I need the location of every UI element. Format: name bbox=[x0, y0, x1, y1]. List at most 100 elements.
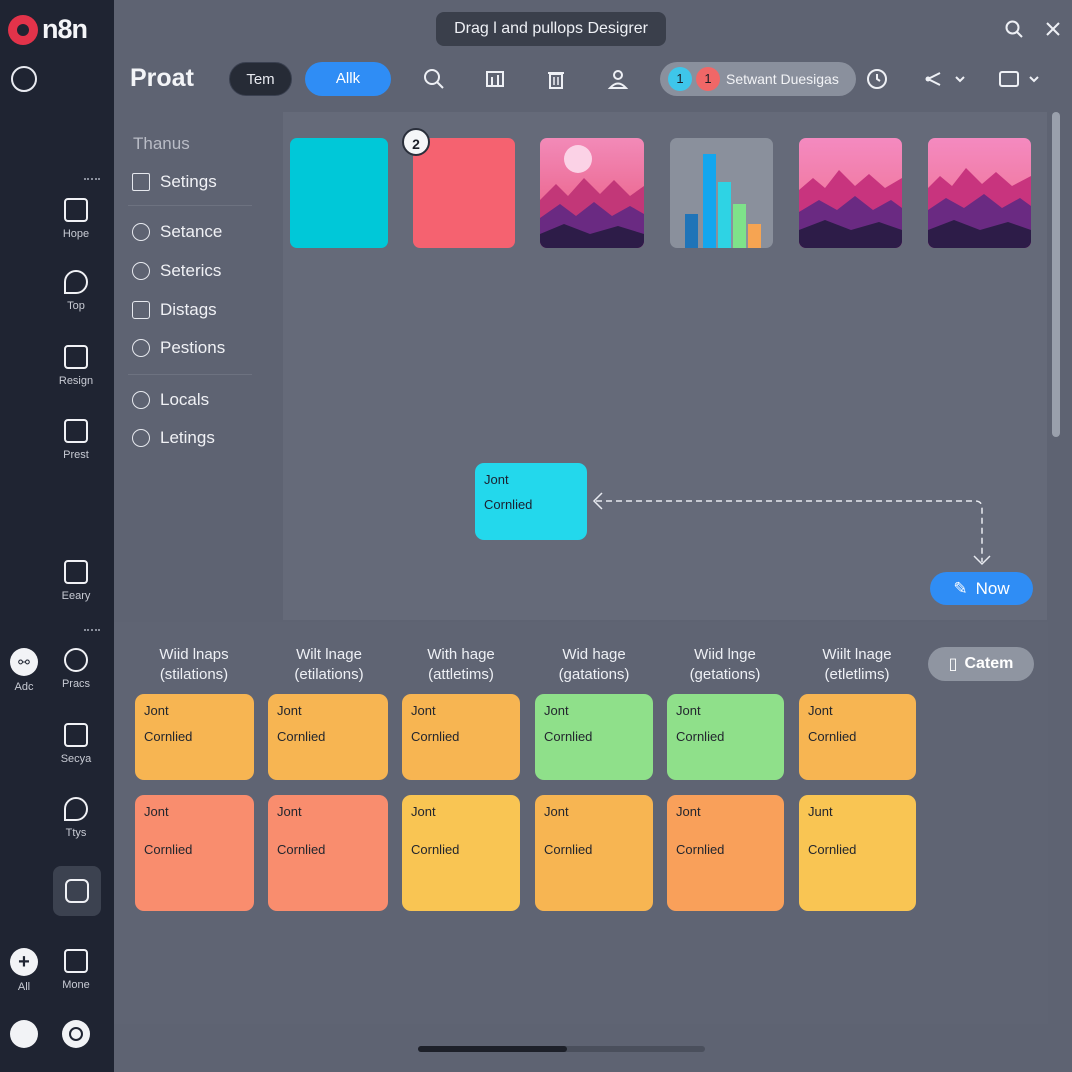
workflow-node[interactable]: Jont Cornlied bbox=[475, 463, 587, 540]
menu-item-label: Distags bbox=[160, 300, 217, 319]
menu-item-pestions[interactable]: Pestions bbox=[132, 338, 225, 358]
thumbnail[interactable] bbox=[670, 138, 773, 248]
result-card[interactable]: Jont Cornlied bbox=[667, 795, 784, 911]
leaf-icon bbox=[132, 391, 150, 409]
share-icon[interactable] bbox=[924, 68, 970, 90]
card-title: Junt bbox=[808, 804, 833, 819]
tab-allk[interactable]: Allk bbox=[305, 62, 391, 96]
layout-icon[interactable] bbox=[998, 68, 1044, 90]
thumbnail[interactable] bbox=[799, 138, 902, 248]
rail-divider bbox=[84, 178, 100, 180]
chart-icon[interactable] bbox=[484, 68, 506, 90]
heart-icon bbox=[132, 262, 150, 280]
rail-item-top[interactable]: Top bbox=[46, 270, 106, 312]
now-button-label: Now bbox=[975, 578, 1010, 598]
node-title: Jont bbox=[484, 472, 509, 487]
thumbnail[interactable] bbox=[290, 138, 388, 248]
thumbnail[interactable] bbox=[540, 138, 644, 248]
add-button[interactable]: + bbox=[10, 948, 38, 976]
rail-item-pracs[interactable]: Pracs bbox=[46, 648, 106, 690]
logo[interactable]: n8n bbox=[8, 14, 88, 45]
menu-item-setings[interactable]: Setings bbox=[132, 172, 217, 192]
app-title: Proat bbox=[130, 64, 194, 92]
rail-item-resign[interactable]: Resign bbox=[46, 345, 106, 387]
avatar: 1 bbox=[668, 67, 692, 91]
bookmark-icon[interactable] bbox=[10, 1020, 38, 1048]
rail-item-eeary[interactable]: Eeary bbox=[46, 560, 106, 602]
close-icon[interactable] bbox=[1044, 20, 1062, 38]
rail-item-ttys[interactable]: Ttys bbox=[46, 797, 106, 839]
thumbnail[interactable] bbox=[928, 138, 1031, 248]
user-icon[interactable] bbox=[607, 68, 629, 90]
card-status: Cornlied bbox=[676, 842, 725, 857]
result-card[interactable]: Jont Cornlied bbox=[535, 694, 653, 780]
menu-item-label: Setings bbox=[160, 172, 217, 191]
tab-tem[interactable]: Tem bbox=[229, 62, 292, 96]
rail-item-label: Resign bbox=[58, 375, 94, 387]
horizontal-scrollbar[interactable] bbox=[418, 1046, 705, 1052]
menu-item-letings[interactable]: Letings bbox=[132, 428, 215, 448]
rail-item-secya[interactable]: Secya bbox=[46, 723, 106, 765]
search-icon[interactable] bbox=[1005, 20, 1023, 38]
thumbnail[interactable] bbox=[413, 138, 515, 248]
rail-item-hope[interactable]: Hope bbox=[46, 198, 106, 240]
clock-icon[interactable] bbox=[866, 68, 888, 90]
card-title: Jont bbox=[411, 804, 436, 819]
rail-item-label: Secya bbox=[60, 753, 92, 765]
result-card[interactable]: Jont Cornlied bbox=[135, 694, 254, 780]
menu-item-setance[interactable]: Setance bbox=[132, 222, 222, 242]
rail-item-prest[interactable]: Prest bbox=[46, 419, 106, 461]
result-card[interactable]: Jont Cornlied bbox=[667, 694, 784, 780]
card-status: Cornlied bbox=[144, 842, 193, 857]
column-header: Wiid lnge (getations) bbox=[689, 646, 761, 683]
rail-item-label: Top bbox=[67, 300, 85, 312]
collaborators-label: Setwant Duesigas bbox=[726, 71, 839, 87]
catem-button[interactable]: ▯ Catem bbox=[928, 647, 1034, 681]
rail-item-label: Pracs bbox=[61, 678, 91, 690]
layers-icon bbox=[64, 345, 88, 369]
now-button[interactable]: ✎ Now bbox=[930, 572, 1033, 605]
card-title: Jont bbox=[808, 703, 833, 718]
result-card[interactable]: Jont Cornlied bbox=[268, 795, 388, 911]
result-card[interactable]: Jont Cornlied bbox=[402, 694, 520, 780]
record-icon[interactable] bbox=[62, 1020, 90, 1048]
result-card[interactable]: Jont Cornlied bbox=[268, 694, 388, 780]
landscape-image bbox=[540, 138, 644, 248]
menu-item-label: Setance bbox=[160, 222, 223, 241]
result-card[interactable]: Jont Cornlied bbox=[535, 795, 653, 911]
result-card[interactable]: Jont Cornlied bbox=[799, 694, 916, 780]
rail-item-label: Adc bbox=[14, 681, 34, 693]
menu-item-locals[interactable]: Locals bbox=[132, 390, 209, 410]
book-icon bbox=[64, 560, 88, 584]
menu-item-seterics[interactable]: Seterics bbox=[132, 261, 221, 281]
landscape-image bbox=[799, 138, 902, 248]
info-icon bbox=[132, 429, 150, 447]
card-status: Cornlied bbox=[808, 729, 857, 744]
refresh-icon[interactable] bbox=[11, 66, 37, 92]
menu-item-distags[interactable]: Distags bbox=[132, 300, 217, 320]
rail-item-label: Prest bbox=[63, 449, 89, 461]
column-header: Wiilt lnage (etletlims) bbox=[822, 646, 892, 683]
link-icon[interactable]: ⚯ bbox=[10, 648, 38, 676]
card-title: Jont bbox=[277, 804, 302, 819]
result-card[interactable]: Junt Cornlied bbox=[799, 795, 916, 911]
search-icon[interactable] bbox=[423, 68, 445, 90]
rail-item-label: Hope bbox=[62, 228, 90, 240]
trash-icon[interactable] bbox=[545, 68, 567, 90]
card-status: Cornlied bbox=[277, 842, 326, 857]
wifi-icon bbox=[132, 339, 150, 357]
canvas-scrollbar[interactable] bbox=[1052, 112, 1060, 437]
rail-item-label: Mone bbox=[62, 979, 90, 991]
card-status: Cornlied bbox=[277, 729, 326, 744]
result-card[interactable]: Jont Cornlied bbox=[402, 795, 520, 911]
rail-item-camera[interactable] bbox=[53, 866, 101, 916]
bar-chart-image bbox=[685, 154, 761, 248]
card-title: Jont bbox=[277, 703, 302, 718]
collaborators-pill[interactable]: 1 1 Setwant Duesigas bbox=[660, 62, 856, 96]
column-header: Wid hage (gatations) bbox=[558, 646, 630, 683]
result-card[interactable]: Jont Cornlied bbox=[135, 795, 254, 911]
bank-icon bbox=[132, 301, 150, 319]
thumbnail-badge: 2 bbox=[402, 128, 430, 156]
scrollbar-thumb[interactable] bbox=[418, 1046, 567, 1052]
rail-item-mone[interactable]: Mone bbox=[46, 949, 106, 991]
